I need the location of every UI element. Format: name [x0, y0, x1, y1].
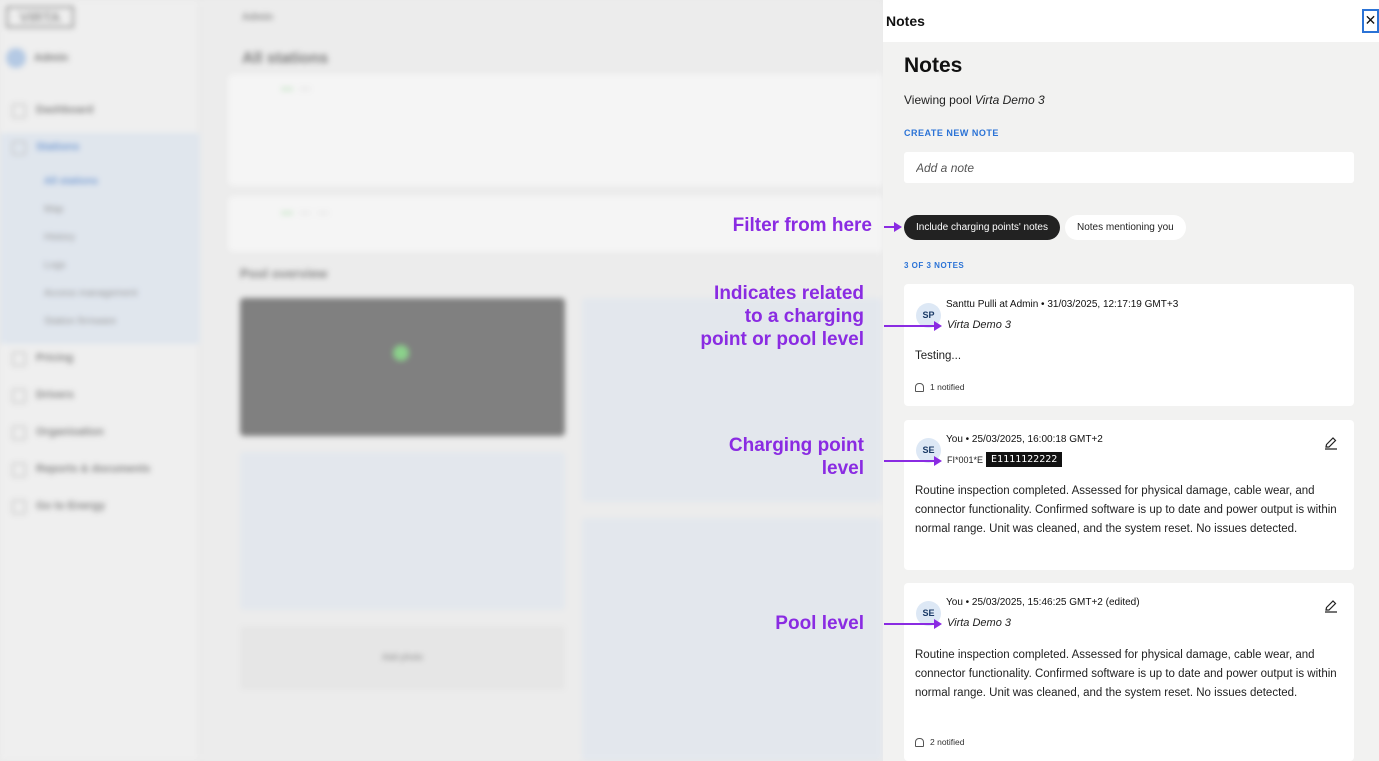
notified-label: 1 notified: [930, 382, 965, 392]
close-button[interactable]: ✕: [1362, 9, 1379, 33]
sidebar-item-go-to-energy[interactable]: Go to Energy: [0, 492, 200, 529]
annotation-pool-level: Pool level: [775, 613, 864, 634]
viewing-pool-name: Virta Demo 3: [974, 93, 1045, 107]
topbar-title: Notes: [886, 13, 925, 29]
note-body: Routine inspection completed. Assessed f…: [915, 485, 1337, 535]
sidebar-subitem-station-firmware[interactable]: Station firmware: [0, 310, 200, 338]
sidebar-subitem-access-management[interactable]: Access management: [0, 282, 200, 310]
annotation-charging-point-level: Charging point level: [728, 435, 864, 479]
station-card[interactable]: [228, 74, 883, 186]
sidebar-group-stations: Stations All stations Map History Logs A…: [0, 133, 200, 344]
sidebar: VIRTA Admin Dashboard Stations All stati…: [0, 0, 200, 761]
notified-count: 1 notified: [915, 382, 965, 392]
sidebar-item-stations[interactable]: Stations: [0, 133, 200, 170]
location-map[interactable]: [240, 298, 565, 436]
breadcrumb: Admin: [242, 12, 274, 23]
filter-include-charging-points[interactable]: Include charging points' notes: [904, 215, 1060, 240]
note-body: Testing...: [915, 350, 962, 362]
note-filters: Include charging points' notes Notes men…: [904, 215, 1186, 240]
annotation-arrow: [884, 456, 942, 466]
sidebar-subitem-all-stations[interactable]: All stations: [0, 170, 200, 198]
note-meta: Santtu Pulli at Admin • 31/03/2025, 12:1…: [946, 299, 1179, 310]
edit-icon[interactable]: [1324, 599, 1338, 613]
station-row-sub: [272, 100, 844, 110]
station-row-title: [272, 82, 844, 94]
annotation-arrow: [884, 321, 942, 331]
note-body: Routine inspection completed. Assessed f…: [915, 649, 1337, 699]
viewing-prefix: Viewing pool: [904, 93, 972, 107]
avatar: [6, 48, 26, 68]
add-photo-label: Add photo: [381, 652, 424, 662]
sidebar-item-drivers[interactable]: Drivers: [0, 381, 200, 418]
viewing-pool-line: Viewing pool Virta Demo 3: [904, 93, 1045, 107]
sidebar-subitem-logs[interactable]: Logs: [0, 254, 200, 282]
virta-logo: VIRTA: [6, 6, 74, 28]
evse-prefix: FI*001*E: [947, 454, 984, 465]
sidebar-item-organisation[interactable]: Organisation: [0, 418, 200, 455]
annotation-filter: Filter from here: [732, 215, 872, 236]
annotation-arrow: [884, 222, 902, 232]
note-meta: You • 25/03/2025, 15:46:25 GMT+2 (edited…: [946, 597, 1140, 608]
annotation-indicates: Indicates related to a charging point or…: [700, 283, 864, 350]
station-marker-icon[interactable]: [393, 345, 409, 361]
bell-icon: [915, 382, 924, 392]
note-reference: Virta Demo 3: [947, 319, 1011, 331]
basic-information-card: [240, 452, 565, 610]
notes-count: 3 OF 3 NOTES: [904, 261, 965, 270]
page-title: All stations: [242, 50, 329, 67]
note-reference: Virta Demo 3: [947, 617, 1011, 629]
note-meta: You • 25/03/2025, 16:00:18 GMT+2: [946, 434, 1103, 445]
sidebar-subitem-history[interactable]: History: [0, 226, 200, 254]
user-name: Admin: [34, 52, 69, 64]
add-note-input[interactable]: [904, 152, 1354, 183]
background-app: VIRTA Admin Dashboard Stations All stati…: [0, 0, 883, 761]
filter-mentioning-you[interactable]: Notes mentioning you: [1065, 215, 1186, 240]
sidebar-item-pricing[interactable]: Pricing: [0, 344, 200, 381]
note-card: SP Santtu Pulli at Admin • 31/03/2025, 1…: [904, 284, 1354, 406]
notes-heading: Notes: [904, 54, 963, 77]
main-content: Admin All stations Pool overview Add pho…: [200, 0, 883, 761]
sidebar-subitem-map[interactable]: Map: [0, 198, 200, 226]
edit-icon[interactable]: [1324, 436, 1338, 450]
sidebar-nav: Dashboard Stations All stations Map Hist…: [0, 96, 200, 529]
pool-overview-title: Pool overview: [240, 266, 328, 281]
annotation-arrow: [884, 619, 942, 629]
notes-topbar: Notes ✕: [883, 0, 1379, 42]
note-reference-charging-point: FI*001*E E1111122222: [947, 452, 1063, 467]
evse-id-badge: E1111122222: [986, 452, 1063, 467]
notified-count: 2 notified: [915, 737, 965, 747]
note-card: SE You • 25/03/2025, 15:46:25 GMT+2 (edi…: [904, 583, 1354, 761]
notified-label: 2 notified: [930, 737, 965, 747]
notes-panel: Notes ✕ Notes Viewing pool Virta Demo 3 C…: [883, 0, 1379, 761]
user-menu[interactable]: Admin: [6, 48, 68, 68]
add-photo-card[interactable]: Add photo: [240, 626, 565, 690]
bell-icon: [915, 737, 924, 747]
sidebar-item-dashboard[interactable]: Dashboard: [0, 96, 200, 133]
create-new-note-link[interactable]: CREATE NEW NOTE: [904, 128, 999, 138]
sidebar-item-reports[interactable]: Reports & documents: [0, 455, 200, 492]
note-card: SE You • 25/03/2025, 16:00:18 GMT+2 FI*0…: [904, 420, 1354, 570]
contact-information-card: [582, 518, 882, 761]
